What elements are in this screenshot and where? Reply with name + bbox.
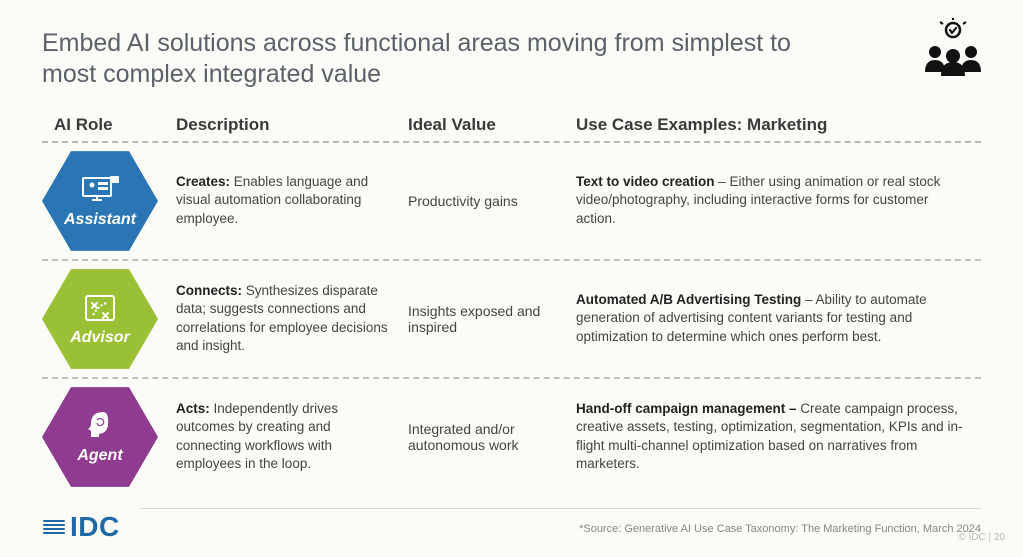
table-rows: Assistant Creates: Enables language and … <box>42 143 981 495</box>
header-ideal-value: Ideal Value <box>408 115 576 135</box>
strategy-icon <box>83 291 117 325</box>
ideal-assistant: Productivity gains <box>408 193 576 209</box>
role-label-assistant: Assistant <box>64 211 136 229</box>
ideal-agent: Integrated and/or autonomous work <box>408 421 576 453</box>
desc-agent: Acts: Independently drives outcomes by c… <box>176 400 408 473</box>
role-label-agent: Agent <box>77 447 122 465</box>
source-note: *Source: Generative AI Use Case Taxonomy… <box>579 523 981 535</box>
desc-assistant: Creates: Enables language and visual aut… <box>176 173 408 228</box>
row-advisor: Advisor Connects: Synthesizes disparate … <box>42 261 981 377</box>
hex-advisor: Advisor <box>42 269 176 369</box>
footer-divider <box>140 508 981 509</box>
header-description: Description <box>176 115 408 135</box>
column-headers: AI Role Description Ideal Value Use Case… <box>42 115 981 135</box>
footer: IDC *Source: Generative AI Use Case Taxo… <box>42 511 981 543</box>
role-label-advisor: Advisor <box>70 329 130 347</box>
idc-logo-text: IDC <box>70 511 120 543</box>
ideal-advisor: Insights exposed and inspired <box>408 303 576 335</box>
header-ai-role: AI Role <box>42 115 176 135</box>
page-number: © IDC | 20 <box>958 532 1005 543</box>
slide-title: Embed AI solutions across functional are… <box>42 28 842 91</box>
usecase-advisor: Automated A/B Advertising Testing – Abil… <box>576 291 981 346</box>
hex-agent: Agent <box>42 387 176 487</box>
row-assistant: Assistant Creates: Enables language and … <box>42 143 981 259</box>
slide: Embed AI solutions across functional are… <box>0 0 1023 557</box>
idc-logo: IDC <box>42 511 120 543</box>
header-use-case: Use Case Examples: Marketing <box>576 115 981 135</box>
usecase-assistant: Text to video creation – Either using an… <box>576 173 981 228</box>
row-agent: Agent Acts: Independently drives outcome… <box>42 379 981 495</box>
desc-advisor: Connects: Synthesizes disparate data; su… <box>176 282 408 355</box>
idc-logo-icon <box>42 515 66 539</box>
team-idea-icon <box>921 18 985 83</box>
hex-assistant: Assistant <box>42 151 176 251</box>
usecase-agent: Hand-off campaign management – Create ca… <box>576 400 981 473</box>
brain-head-icon <box>83 409 117 443</box>
monitor-icon <box>80 173 120 207</box>
